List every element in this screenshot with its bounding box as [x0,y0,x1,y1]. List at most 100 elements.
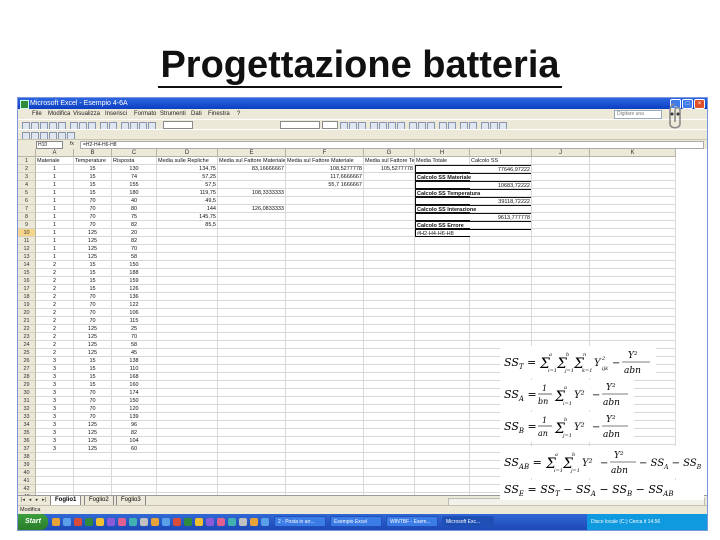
formula-input[interactable]: =H2-H4-H6-H8 [80,141,704,149]
table-cell[interactable] [532,333,590,341]
table-cell[interactable] [112,477,157,485]
table-cell[interactable]: 3 [36,373,74,381]
table-cell[interactable]: 15 [74,373,112,381]
table-cell[interactable]: 160 [112,381,157,389]
table-cell[interactable] [218,469,286,477]
table-cell[interactable]: 1 [36,221,74,229]
quicklaunch-icon-9[interactable] [140,518,148,526]
table-cell[interactable] [532,261,590,269]
first-sheet-icon[interactable]: |◂ [20,497,26,504]
table-cell[interactable] [415,333,470,341]
table-cell[interactable] [470,309,532,317]
table-cell[interactable] [532,269,590,277]
column-header-i[interactable]: I [470,149,532,157]
font-size-combo[interactable] [322,121,338,129]
table-cell[interactable]: Media sul Fattore Materiale [218,157,286,165]
table-cell[interactable] [590,229,676,237]
table-cell[interactable] [157,253,218,261]
table-cell[interactable]: Calcolo SS [470,157,532,165]
table-cell[interactable] [74,469,112,477]
quicklaunch-icon-13[interactable] [184,518,192,526]
table-cell[interactable]: 1 [36,237,74,245]
table-cell[interactable] [218,221,286,229]
table-cell[interactable]: 159 [112,277,157,285]
table-cell[interactable]: 70 [74,213,112,221]
table-cell[interactable] [157,429,218,437]
table-cell[interactable] [157,325,218,333]
table-cell[interactable] [286,333,364,341]
table-cell[interactable] [364,325,415,333]
table-cell[interactable] [157,477,218,485]
table-cell[interactable] [532,309,590,317]
table-cell[interactable] [364,285,415,293]
table-cell[interactable] [590,253,676,261]
table-cell[interactable]: Media Totale [415,157,470,165]
table-cell[interactable]: 70 [74,221,112,229]
table-cell[interactable]: 40 [112,197,157,205]
table-cell[interactable] [36,477,74,485]
table-cell[interactable]: 125 [74,421,112,429]
table-cell[interactable]: 120 [112,405,157,413]
table-cell[interactable] [286,469,364,477]
table-cell[interactable] [286,357,364,365]
table-cell[interactable] [218,389,286,397]
table-cell[interactable]: 130 [112,165,157,173]
table-cell[interactable]: 83,16666667 [218,165,286,173]
table-cell[interactable] [470,173,532,181]
table-cell[interactable] [286,461,364,469]
table-cell[interactable] [112,485,157,493]
row-header[interactable]: 6 [18,197,36,205]
table-cell[interactable]: 144 [157,205,218,213]
table-cell[interactable] [470,189,532,197]
table-cell[interactable] [218,213,286,221]
table-cell[interactable] [415,461,470,469]
table-cell[interactable] [470,301,532,309]
table-cell[interactable]: 15 [74,381,112,389]
table-cell[interactable]: 15 [74,173,112,181]
table-cell[interactable] [157,469,218,477]
quicklaunch-icon-8[interactable] [129,518,137,526]
taskbar-item-wintbf[interactable]: WINTBF - Esem... [386,516,438,527]
table-cell[interactable] [364,437,415,445]
row-header[interactable]: 35 [18,429,36,437]
table-cell[interactable] [532,165,590,173]
quicklaunch-icon-12[interactable] [173,518,181,526]
table-cell[interactable] [590,165,676,173]
table-cell[interactable]: 70 [74,405,112,413]
table-cell[interactable] [218,325,286,333]
table-cell[interactable] [415,397,470,405]
table-cell[interactable] [286,285,364,293]
table-cell[interactable]: 2 [36,317,74,325]
table-cell[interactable] [286,421,364,429]
table-cell[interactable] [157,301,218,309]
column-header-f[interactable]: F [286,149,364,157]
table-cell[interactable]: 3 [36,437,74,445]
table-cell[interactable]: 49,5 [157,197,218,205]
table-cell[interactable] [157,453,218,461]
table-cell[interactable] [532,293,590,301]
table-cell[interactable] [590,205,676,213]
row-header[interactable]: 13 [18,253,36,261]
table-cell[interactable]: 122 [112,301,157,309]
table-cell[interactable] [532,181,590,189]
quicklaunch-icon-7[interactable] [118,518,126,526]
table-cell[interactable] [590,221,676,229]
table-cell[interactable] [36,485,74,493]
table-cell[interactable]: 2 [36,269,74,277]
table-cell[interactable] [590,301,676,309]
menu-strumenti[interactable]: Strumenti [160,109,186,119]
table-cell[interactable]: 110 [112,365,157,373]
table-cell[interactable] [286,389,364,397]
table-cell[interactable]: 25 [112,325,157,333]
table-cell[interactable] [364,413,415,421]
table-cell[interactable] [364,277,415,285]
table-cell[interactable] [415,285,470,293]
table-cell[interactable]: 1 [36,229,74,237]
table-cell[interactable] [532,325,590,333]
table-cell[interactable] [470,221,532,229]
table-cell[interactable]: 108,3333333 [218,189,286,197]
table-cell[interactable] [218,349,286,357]
table-cell[interactable] [415,341,470,349]
row-header[interactable]: 29 [18,381,36,389]
table-cell[interactable] [218,333,286,341]
